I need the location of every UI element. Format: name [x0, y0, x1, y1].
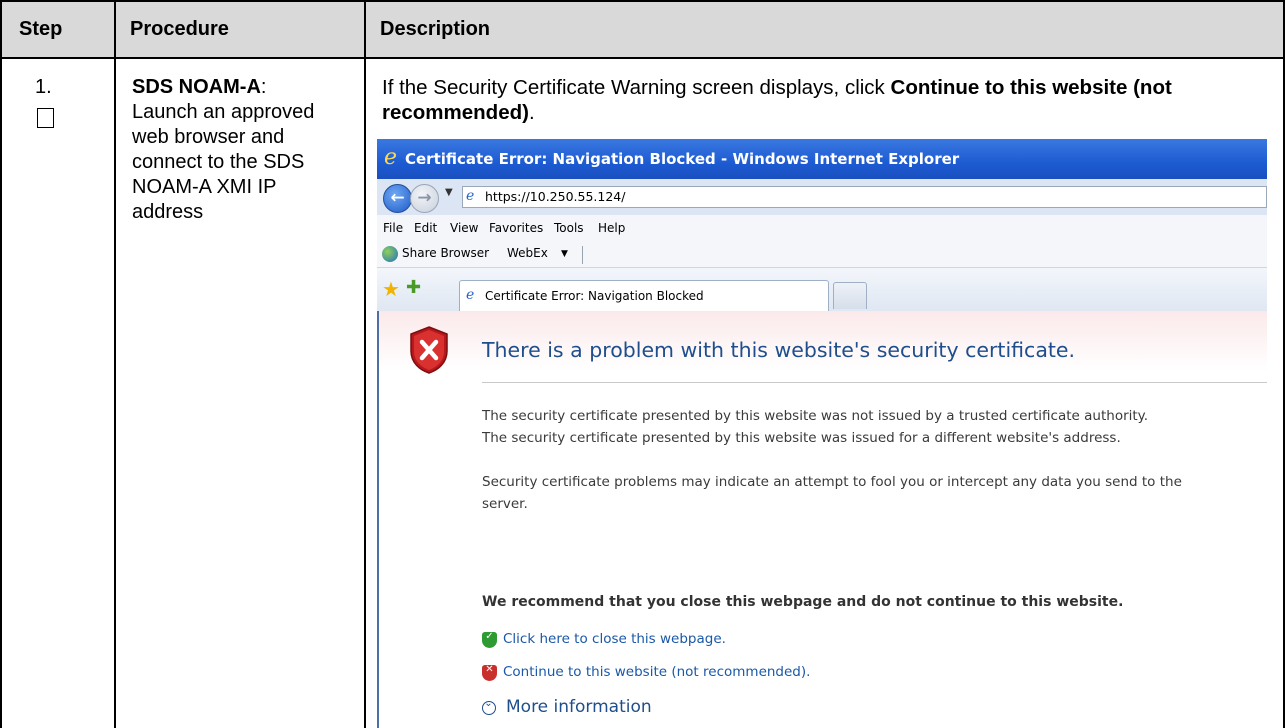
error-line-3: Security certificate problems may indica… — [482, 474, 1182, 490]
tab-bar: ★ ✚ e Certificate Error: Navigation Bloc… — [377, 268, 1267, 312]
description-end: . — [528, 101, 535, 124]
forward-arrow-icon: → — [417, 188, 432, 208]
green-shield-icon: ✓ — [482, 631, 497, 648]
table-divider-step — [114, 0, 116, 728]
step-number: 1. — [35, 76, 52, 98]
procedure-title: SDS NOAM-A — [132, 76, 261, 98]
header-description: Description — [380, 18, 491, 40]
menu-favorites[interactable]: Favorites — [489, 221, 543, 235]
menu-file[interactable]: File — [383, 221, 403, 235]
table-header-row: Step Procedure Description — [0, 0, 1285, 58]
menu-view[interactable]: View — [450, 221, 478, 235]
menu-help[interactable]: Help — [598, 221, 625, 235]
window-titlebar: e Certificate Error: Navigation Blocked … — [377, 139, 1267, 179]
menu-edit[interactable]: Edit — [414, 221, 437, 235]
description-intro: If the Security Certificate Warning scre… — [382, 76, 891, 99]
expand-circle-icon: ⌄ — [482, 698, 496, 715]
error-line-2: The security certificate presented by th… — [482, 430, 1121, 446]
window-title: Certificate Error: Navigation Blocked - … — [405, 150, 960, 168]
tab-certificate-error[interactable]: e Certificate Error: Navigation Blocked — [459, 280, 829, 311]
error-line-1: The security certificate presented by th… — [482, 408, 1149, 424]
close-link-text: Click here to close this webpage. — [503, 631, 726, 647]
red-shield-icon: ✕ — [482, 664, 497, 681]
webex-dropdown-icon[interactable]: ▼ — [561, 249, 568, 259]
error-shield-icon — [410, 326, 448, 374]
recommendation-text: We recommend that you close this webpage… — [482, 594, 1124, 610]
more-information-text: More information — [506, 697, 652, 717]
url-text: https://10.250.55.124/ — [485, 189, 626, 204]
links-bar: Share Browser WebEx ▼ — [377, 242, 1267, 268]
header-procedure: Procedure — [130, 18, 229, 40]
add-favorite-icon[interactable]: ✚ — [406, 277, 421, 298]
history-dropdown-icon[interactable]: ▼ — [445, 187, 453, 198]
continue-link-text: Continue to this website (not recommende… — [503, 664, 811, 680]
menu-tools[interactable]: Tools — [554, 221, 584, 235]
table-divider-procedure — [364, 0, 366, 728]
error-heading: There is a problem with this website's s… — [482, 338, 1076, 362]
ie-logo-icon: e — [384, 145, 398, 170]
table-border-header — [0, 57, 1285, 59]
url-input[interactable]: e https://10.250.55.124/ — [462, 186, 1267, 208]
procedure-title-suffix: : — [260, 76, 267, 98]
tab-title: Certificate Error: Navigation Blocked — [485, 289, 704, 303]
checkbox-icon[interactable] — [37, 108, 54, 128]
share-browser-link[interactable]: Share Browser — [402, 246, 489, 260]
procedure-cell: SDS NOAM-A: Launch an approved web browse… — [132, 75, 347, 225]
new-tab-button[interactable] — [833, 282, 867, 309]
address-bar: ← → ▼ e https://10.250.55.124/ — [377, 179, 1267, 215]
back-arrow-icon: ← — [390, 188, 405, 208]
tab-page-icon: e — [466, 287, 475, 303]
table-border-left — [0, 0, 2, 728]
webex-menu[interactable]: WebEx — [507, 246, 548, 260]
page-content: There is a problem with this website's s… — [377, 311, 1267, 728]
favorites-star-icon[interactable]: ★ — [382, 277, 400, 301]
procedure-text: Launch an approved web browser and conne… — [132, 101, 315, 223]
menu-bar: File Edit View Favorites Tools Help — [377, 215, 1267, 242]
browser-screenshot: e Certificate Error: Navigation Blocked … — [377, 139, 1267, 728]
back-button[interactable]: ← — [383, 184, 412, 213]
heading-divider — [482, 382, 1267, 383]
forward-button[interactable]: → — [410, 184, 439, 213]
header-step: Step — [19, 18, 63, 40]
page-icon: e — [466, 188, 475, 204]
toolbar-separator — [582, 246, 583, 264]
globe-icon — [382, 246, 398, 262]
error-line-4: server. — [482, 496, 528, 512]
table-border-top — [0, 0, 1285, 2]
description-cell: If the Security Certificate Warning scre… — [382, 75, 1272, 125]
